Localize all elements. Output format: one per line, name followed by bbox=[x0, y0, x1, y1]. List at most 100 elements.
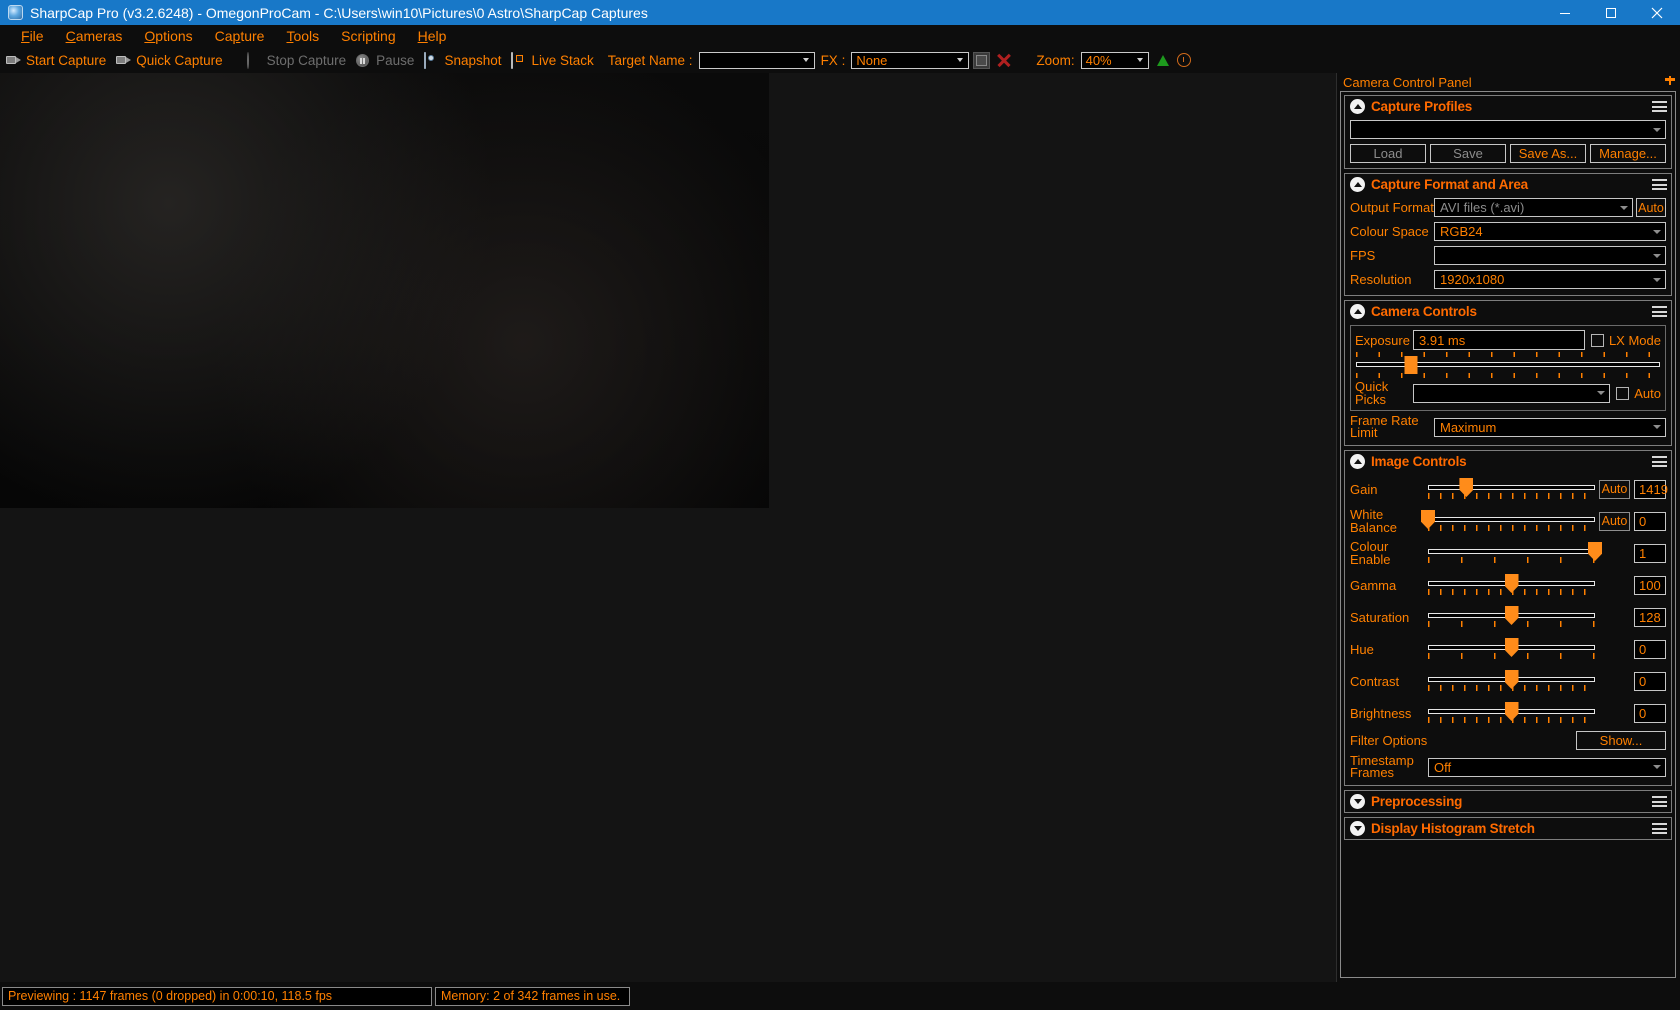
minimize-button[interactable] bbox=[1542, 0, 1588, 25]
chevron-up-icon[interactable] bbox=[1350, 177, 1365, 192]
slider-white-balance[interactable] bbox=[1421, 507, 1595, 535]
profile-buttons: Load Save Save As... Manage... bbox=[1350, 144, 1666, 163]
chevron-down-icon[interactable] bbox=[1653, 425, 1661, 429]
live-stack-button[interactable]: Live Stack bbox=[509, 49, 601, 71]
start-capture-button[interactable]: Start Capture bbox=[4, 49, 114, 71]
maximize-button[interactable] bbox=[1588, 0, 1634, 25]
menu-icon[interactable] bbox=[1652, 306, 1667, 317]
menu-capture[interactable]: Capture bbox=[204, 26, 276, 46]
chevron-down-icon[interactable] bbox=[1620, 205, 1628, 210]
snapshot-button[interactable]: Snapshot bbox=[422, 49, 509, 71]
zoom-select[interactable]: 40% bbox=[1080, 51, 1149, 69]
slider-value-input[interactable]: 0 bbox=[1634, 511, 1666, 531]
display-histogram-header[interactable]: Display Histogram Stretch bbox=[1345, 818, 1671, 839]
save-profile-button[interactable]: Save bbox=[1430, 144, 1506, 163]
image-controls-header[interactable]: Image Controls bbox=[1345, 451, 1671, 472]
chevron-down-icon[interactable] bbox=[1597, 391, 1606, 395]
slider-gain[interactable] bbox=[1428, 475, 1595, 503]
lx-mode-checkbox[interactable] bbox=[1590, 333, 1604, 347]
slider-value-input[interactable]: 1 bbox=[1634, 543, 1666, 563]
menu-file[interactable]: FFileile bbox=[10, 26, 55, 46]
colour-space-select[interactable]: RGB24 bbox=[1434, 222, 1666, 241]
frame-rate-select[interactable]: Maximum bbox=[1434, 417, 1666, 437]
stop-capture-button[interactable]: Stop Capture bbox=[245, 49, 355, 71]
slider-label: Colour Enable bbox=[1350, 539, 1391, 567]
menu-icon[interactable] bbox=[1652, 101, 1667, 112]
save-as-profile-button[interactable]: Save As... bbox=[1510, 144, 1586, 163]
frame-rate-row: Frame Rate Limit Maximum bbox=[1350, 414, 1666, 439]
chevron-up-icon[interactable] bbox=[1350, 304, 1365, 319]
chevron-up-icon[interactable] bbox=[1350, 454, 1365, 469]
capture-format-header[interactable]: Capture Format and Area bbox=[1345, 174, 1671, 195]
fx-select[interactable]: None bbox=[851, 51, 970, 69]
preview-area[interactable] bbox=[0, 73, 1336, 982]
exposure-slider[interactable] bbox=[1356, 352, 1660, 378]
target-name-input[interactable] bbox=[698, 51, 815, 69]
menu-icon[interactable] bbox=[1652, 179, 1667, 190]
slider-label: Gamma bbox=[1350, 577, 1397, 593]
slider-value-input[interactable]: 0 bbox=[1634, 703, 1666, 723]
menu-help[interactable]: Help bbox=[407, 26, 458, 46]
menu-icon[interactable] bbox=[1652, 823, 1667, 834]
image-controls-title: Image Controls bbox=[1371, 454, 1467, 469]
menu-options[interactable]: Options bbox=[133, 26, 203, 46]
fx-settings-toggle[interactable] bbox=[973, 51, 991, 69]
menu-tools[interactable]: Tools bbox=[275, 26, 330, 46]
app-logo-icon bbox=[8, 5, 23, 20]
pause-button[interactable]: Pause bbox=[354, 49, 422, 71]
output-format-select[interactable]: AVI files (*.avi) bbox=[1434, 198, 1633, 217]
chevron-down-icon[interactable] bbox=[1653, 229, 1661, 234]
chevron-down-icon[interactable] bbox=[953, 52, 968, 68]
slider-brightness[interactable] bbox=[1428, 699, 1595, 727]
chevron-down-icon[interactable] bbox=[1350, 794, 1365, 809]
menu-icon[interactable] bbox=[1652, 456, 1667, 467]
pin-icon[interactable] bbox=[1664, 76, 1676, 88]
clear-fx-icon[interactable] bbox=[994, 51, 1014, 69]
chevron-down-icon[interactable] bbox=[1350, 821, 1365, 836]
chevron-down-icon[interactable] bbox=[1653, 253, 1661, 258]
slider-thumb[interactable] bbox=[1404, 356, 1418, 374]
slider-contrast[interactable] bbox=[1428, 667, 1595, 695]
camera-controls-header[interactable]: Camera Controls bbox=[1345, 301, 1671, 322]
fps-select[interactable] bbox=[1434, 246, 1666, 265]
load-profile-button[interactable]: Load bbox=[1350, 144, 1426, 163]
preprocessing-header[interactable]: Preprocessing bbox=[1345, 791, 1671, 812]
filter-options-show-button[interactable]: Show... bbox=[1576, 731, 1666, 750]
slider-label: Brightness bbox=[1350, 705, 1412, 721]
chevron-up-icon[interactable] bbox=[1350, 99, 1365, 114]
camcorder-icon bbox=[116, 53, 132, 67]
clock-icon[interactable] bbox=[1176, 53, 1191, 67]
slider-gamma[interactable] bbox=[1428, 571, 1595, 599]
slider-value-input[interactable]: 100 bbox=[1634, 575, 1666, 595]
manage-profiles-button[interactable]: Manage... bbox=[1590, 144, 1666, 163]
profile-select[interactable] bbox=[1350, 120, 1666, 139]
menu-icon[interactable] bbox=[1652, 796, 1667, 807]
slider-value-input[interactable]: 1419 bbox=[1634, 479, 1668, 499]
menu-cameras[interactable]: Cameras bbox=[55, 26, 134, 46]
chevron-down-icon[interactable] bbox=[1653, 127, 1661, 132]
slider-value-input[interactable]: 0 bbox=[1634, 671, 1666, 691]
chevron-down-icon[interactable] bbox=[1653, 765, 1661, 769]
chevron-down-icon[interactable] bbox=[1653, 277, 1661, 282]
chevron-down-icon[interactable] bbox=[798, 52, 813, 68]
resolution-select[interactable]: 1920x1080 bbox=[1434, 270, 1666, 289]
green-triangle-icon[interactable] bbox=[1156, 54, 1169, 66]
menu-scripting[interactable]: Scripting bbox=[330, 26, 406, 46]
slider-colour-enable[interactable] bbox=[1428, 539, 1602, 567]
chevron-down-icon[interactable] bbox=[1132, 52, 1147, 68]
close-button[interactable] bbox=[1634, 0, 1680, 25]
quick-capture-button[interactable]: Quick Capture bbox=[114, 49, 230, 71]
slider-hue[interactable] bbox=[1428, 635, 1595, 663]
quick-picks-auto-checkbox[interactable] bbox=[1616, 386, 1630, 400]
timestamp-select[interactable]: Off bbox=[1428, 757, 1666, 777]
output-format-auto-button[interactable]: Auto bbox=[1636, 198, 1666, 217]
auto-button[interactable]: Auto bbox=[1599, 479, 1630, 499]
capture-profiles-header[interactable]: Capture Profiles bbox=[1345, 96, 1671, 117]
quick-picks-select[interactable] bbox=[1413, 383, 1611, 403]
slider-saturation[interactable] bbox=[1428, 603, 1595, 631]
slider-value-input[interactable]: 128 bbox=[1634, 607, 1666, 627]
exposure-input[interactable]: 3.91 ms bbox=[1413, 330, 1585, 350]
auto-button[interactable]: Auto bbox=[1599, 511, 1630, 531]
camcorder-icon bbox=[6, 53, 22, 67]
slider-value-input[interactable]: 0 bbox=[1634, 639, 1666, 659]
